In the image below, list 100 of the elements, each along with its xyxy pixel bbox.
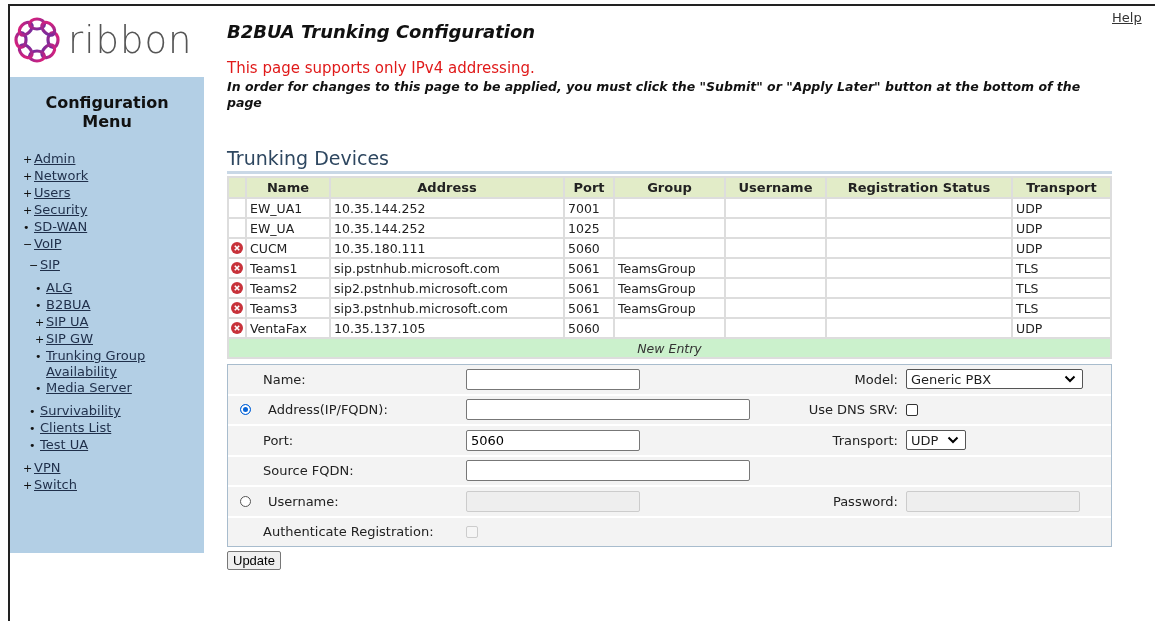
menu-link[interactable]: Users [34,185,71,201]
error-icon[interactable] [231,282,243,294]
column-header: Group [614,177,725,198]
tree-marker: • [29,404,37,420]
table-cell: EW_UA1 [246,198,330,218]
tree-marker: + [23,169,34,185]
field-label: Name: [263,371,306,387]
menu-link[interactable]: SIP UA [46,314,89,330]
menu-link[interactable]: Network [34,168,89,184]
tree-marker: + [23,186,34,202]
menu-link[interactable]: Switch [34,477,77,493]
table-cell: sip2.pstnhub.microsoft.com [330,278,564,298]
table-cell: UDP [1012,218,1111,238]
caret-icon [947,436,959,445]
table-cell: sip.pstnhub.microsoft.com [330,258,564,278]
table-cell: TLS [1012,278,1111,298]
radio-button[interactable] [240,404,251,416]
table-cell: Teams3 [246,298,330,318]
dropdown[interactable]: UDP [906,430,966,451]
table-cell: 5061 [564,298,614,318]
column-header: Port [564,177,614,198]
help-link[interactable]: Help [1112,10,1142,25]
radio-button[interactable] [240,495,251,507]
tree-marker: • [35,298,43,314]
checkbox[interactable] [906,403,918,416]
error-icon[interactable] [231,262,243,274]
field-label: Model: [854,371,898,387]
field-label: Use DNS SRV: [808,402,898,418]
ring-logo-icon [12,15,62,65]
table-cell: 5061 [564,258,614,278]
tree-marker: • [23,220,31,236]
tree-marker: + [23,478,34,494]
new-entry-row[interactable]: New Entry [228,338,1111,358]
dropdown[interactable]: Generic PBX [906,369,1083,390]
table-cell: TLS [1012,298,1111,318]
table-cell: TLS [1012,258,1111,278]
table-cell: TeamsGroup [614,298,725,318]
table-cell: 1025 [564,218,614,238]
input-field[interactable]: 5060 [466,429,640,451]
menu-link[interactable]: SIP GW [46,331,93,347]
table-cell: Teams1 [246,258,330,278]
menu-link[interactable]: B2BUA [46,297,91,313]
page-title: B2BUA Trunking Configuration [227,20,537,44]
table-cell: 10.35.144.252 [330,198,564,218]
menu-link[interactable]: Survivability [40,403,121,419]
column-header: Username [725,177,826,198]
tree-marker: + [23,461,34,477]
instruction-text: In order for changes to this page to be applied, you must click the "Submit" or "Apply Later" button at the bottom of the page [227,79,1082,111]
tree-marker: • [29,421,37,437]
logo-text: ribbon [68,18,193,62]
error-icon[interactable] [231,322,243,334]
column-header: Transport [1012,177,1111,198]
input-field[interactable] [466,460,750,482]
tree-marker: • [35,381,43,397]
table-cell: UDP [1012,238,1111,258]
field-label: Authenticate Registration: [263,524,434,540]
tree-marker: + [23,152,34,168]
table-cell: TeamsGroup [614,258,725,278]
menu-link[interactable]: Clients List [40,420,112,436]
tree-marker: + [23,203,34,219]
tree-marker: + [35,315,46,331]
tree-marker: + [35,332,46,348]
ipv4-notice: This page supports only IPv4 addressing. [227,59,536,77]
error-icon[interactable] [231,242,243,254]
tree-marker: • [29,438,37,454]
field-label: Username: [268,493,339,509]
menu-link[interactable]: SIP [40,257,60,273]
menu-link[interactable]: ALG [46,280,73,296]
field-label: Source FQDN: [263,463,354,479]
tree-marker: • [35,349,43,365]
menu-title: Configuration Menu [44,93,170,131]
column-header: Address [330,177,564,198]
field-label: Password: [832,493,898,509]
input-field[interactable] [466,399,750,421]
field-label: Port: [263,432,294,448]
menu-link[interactable]: Test UA [40,437,89,453]
tree-marker[interactable]: − [23,237,34,253]
table-cell: Teams2 [246,278,330,298]
menu-link[interactable]: VoIP [34,236,62,252]
update-button[interactable]: Update [227,551,281,570]
menu-link[interactable]: Trunking Group Availability [46,348,166,380]
error-icon[interactable] [231,302,243,314]
menu-link[interactable]: VPN [34,460,61,476]
table-cell: EW_UA [246,218,330,238]
input-field[interactable] [466,368,640,390]
menu-link[interactable]: SD-WAN [34,219,88,235]
tree-marker[interactable]: − [29,258,40,274]
table-cell: 5060 [564,238,614,258]
table-cell: UDP [1012,198,1111,218]
menu-link[interactable]: Admin [34,151,76,167]
field-label: Transport: [832,432,898,448]
table-cell: sip3.pstnhub.microsoft.com [330,298,564,318]
table-cell: 7001 [564,198,614,218]
table-cell: TeamsGroup [614,278,725,298]
caret-icon [1064,375,1076,384]
field-label: Address(IP/FQDN): [268,402,388,418]
menu-link[interactable]: Media Server [46,380,132,396]
menu-link[interactable]: Security [34,202,88,218]
column-header: Registration Status [826,177,1012,198]
table-cell: CUCM [246,238,330,258]
